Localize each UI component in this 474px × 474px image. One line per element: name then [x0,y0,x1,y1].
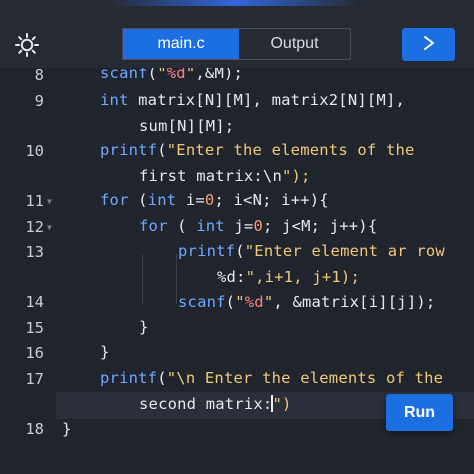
gear-icon[interactable] [13,31,41,59]
line-number: 11 [25,192,44,210]
top-toolbar: main.c Output [0,0,474,68]
line-number: 15 [25,319,44,337]
line-number: 17 [25,370,44,388]
code-line: printf("\n Enter the elements of the [100,369,444,387]
code-line: printf("Enter the elements of the [100,141,415,159]
code-line: } [100,343,110,361]
line-number: 8 [34,68,44,84]
tab-output[interactable]: Output [239,29,350,59]
code-line: } [139,318,149,336]
run-button[interactable]: Run [386,394,453,431]
code-line: sum[N][M]; [139,117,235,135]
line-number: 12 [25,218,44,236]
code-line: scanf("%d",&M); [100,68,244,82]
line-number: 9 [34,92,44,110]
code-line: scanf("%d", &matrix[i][j]); [178,293,436,311]
editor-tabs: main.c Output [122,28,351,60]
line-number: 13 [25,243,44,261]
code-line: for ( int j=0; j<M; j++){ [139,217,378,235]
code-line: %d:",i+1, j+1); [217,268,360,286]
code-line: printf("Enter element ar row [178,242,445,260]
fold-arrow-icon[interactable]: ▼ [47,197,52,206]
indent-guide [176,254,177,304]
tab-main-c[interactable]: main.c [123,29,239,59]
play-icon [422,35,436,55]
line-number: 16 [25,344,44,362]
line-number: 10 [25,142,44,160]
line-number: 14 [25,293,44,311]
code-line: int matrix[N][M], matrix2[N][M], [100,91,406,109]
fold-arrow-icon[interactable]: ▼ [47,223,52,232]
code-line: second matrix:") [139,395,292,413]
indent-guide [142,254,143,304]
line-number: 18 [25,420,44,438]
play-button[interactable] [402,28,455,61]
code-line: first matrix:\n"); [139,167,311,185]
toolbar-glow [110,0,360,6]
code-line: for (int i=0; i<N; i++){ [100,191,329,209]
code-line: } [62,420,72,438]
